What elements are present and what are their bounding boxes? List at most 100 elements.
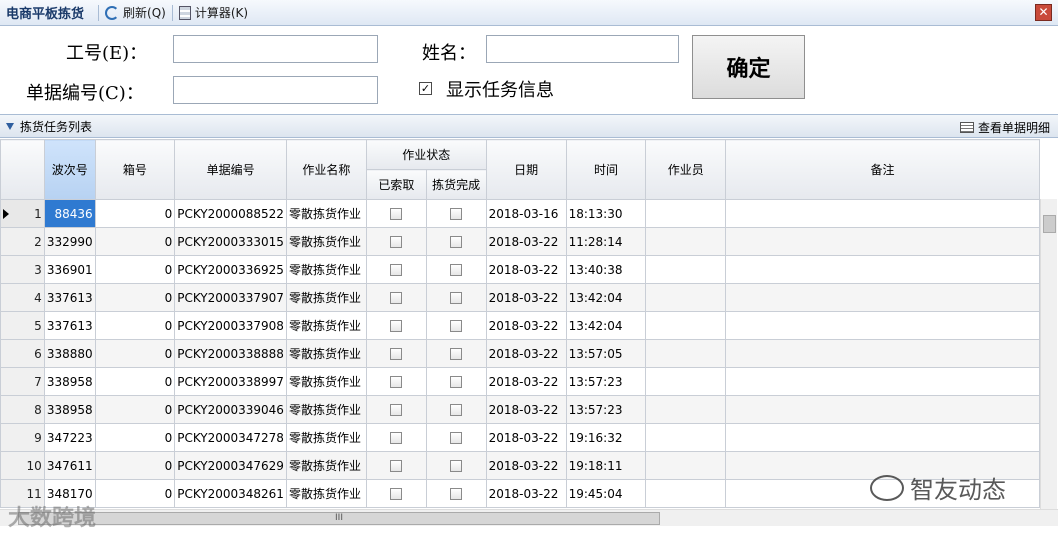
picked-checkbox[interactable]: [450, 320, 463, 332]
cell-wave[interactable]: 338958: [43, 367, 96, 396]
cell-box[interactable]: 0: [94, 311, 176, 340]
cell-doc-number[interactable]: PCKY2000339046: [174, 395, 287, 424]
cell-remark[interactable]: [725, 199, 1040, 228]
horizontal-scroll-thumb[interactable]: III: [18, 512, 660, 525]
table-row[interactable]: 7 338958 0 PCKY2000338997 零散拣货作业 2018-03-22 13…: [0, 367, 1040, 396]
cell-wave[interactable]: 88436: [43, 199, 96, 228]
cell-remark[interactable]: [725, 255, 1040, 284]
cell-operator[interactable]: [645, 311, 727, 340]
cell-op-name[interactable]: 零散拣货作业: [285, 367, 367, 396]
vertical-scrollbar[interactable]: [1040, 199, 1057, 509]
row-index[interactable]: 7: [0, 367, 45, 396]
cell-date[interactable]: 2018-03-22: [485, 311, 567, 340]
cell-operator[interactable]: [645, 451, 727, 480]
cell-operator[interactable]: [645, 423, 727, 452]
table-row[interactable]: 2 332990 0 PCKY2000333015 零散拣货作业 2018-03-22 11…: [0, 227, 1040, 256]
close-button[interactable]: ✕: [1035, 4, 1052, 21]
cell-wave[interactable]: 332990: [43, 227, 96, 256]
row-index[interactable]: 3: [0, 255, 45, 284]
row-index[interactable]: 6: [0, 339, 45, 368]
cell-wave[interactable]: 338958: [43, 395, 96, 424]
cell-wave[interactable]: 337613: [43, 283, 96, 312]
claimed-checkbox[interactable]: [390, 236, 403, 248]
cell-op-name[interactable]: 零散拣货作业: [285, 451, 367, 480]
table-row[interactable]: 9 347223 0 PCKY2000347278 零散拣货作业 2018-03-22 19…: [0, 423, 1040, 452]
col-picked[interactable]: 拣货完成: [425, 169, 487, 200]
picked-checkbox[interactable]: [450, 208, 463, 220]
cell-box[interactable]: 0: [94, 451, 176, 480]
employee-field[interactable]: [173, 35, 378, 63]
row-index[interactable]: 10: [0, 451, 45, 480]
claimed-checkbox[interactable]: [390, 404, 403, 416]
cell-time[interactable]: 13:57:05: [565, 339, 647, 368]
cell-wave[interactable]: 347223: [43, 423, 96, 452]
cell-box[interactable]: 0: [94, 367, 176, 396]
cell-date[interactable]: 2018-03-22: [485, 451, 567, 480]
cell-box[interactable]: 0: [94, 339, 176, 368]
picked-checkbox[interactable]: [450, 264, 463, 276]
claimed-checkbox[interactable]: [390, 292, 403, 304]
col-wave[interactable]: 波次号: [43, 139, 96, 200]
col-operator[interactable]: 作业员: [645, 139, 727, 200]
show-task-checkbox[interactable]: ✓: [419, 82, 432, 95]
cell-wave[interactable]: 347611: [43, 451, 96, 480]
cell-date[interactable]: 2018-03-22: [485, 283, 567, 312]
picked-checkbox[interactable]: [450, 292, 463, 304]
cell-doc-number[interactable]: PCKY2000347278: [174, 423, 287, 452]
claimed-checkbox[interactable]: [390, 208, 403, 220]
claimed-checkbox[interactable]: [390, 488, 403, 500]
cell-box[interactable]: 0: [94, 255, 176, 284]
col-op-name[interactable]: 作业名称: [285, 139, 367, 200]
cell-box[interactable]: 0: [94, 283, 176, 312]
cell-op-name[interactable]: 零散拣货作业: [285, 283, 367, 312]
cell-op-name[interactable]: 零散拣货作业: [285, 227, 367, 256]
col-time[interactable]: 时间: [565, 139, 647, 200]
cell-op-name[interactable]: 零散拣货作业: [285, 423, 367, 452]
cell-date[interactable]: 2018-03-22: [485, 255, 567, 284]
cell-operator[interactable]: [645, 283, 727, 312]
row-index[interactable]: 2: [0, 227, 45, 256]
cell-op-name[interactable]: 零散拣货作业: [285, 339, 367, 368]
cell-doc-number[interactable]: PCKY2000347629: [174, 451, 287, 480]
vertical-scroll-thumb[interactable]: [1043, 215, 1056, 233]
cell-time[interactable]: 13:42:04: [565, 283, 647, 312]
picked-checkbox[interactable]: [450, 404, 463, 416]
view-detail-button[interactable]: 查看单据明细: [959, 119, 1050, 136]
cell-time[interactable]: 18:13:30: [565, 199, 647, 228]
cell-operator[interactable]: [645, 255, 727, 284]
row-index[interactable]: 9: [0, 423, 45, 452]
table-row[interactable]: 4 337613 0 PCKY2000337907 零散拣货作业 2018-03-22 13…: [0, 283, 1040, 312]
cell-op-name[interactable]: 零散拣货作业: [285, 311, 367, 340]
cell-doc-number[interactable]: PCKY2000337908: [174, 311, 287, 340]
cell-date[interactable]: 2018-03-22: [485, 395, 567, 424]
cell-box[interactable]: 0: [94, 395, 176, 424]
cell-remark[interactable]: [725, 311, 1040, 340]
cell-date[interactable]: 2018-03-22: [485, 339, 567, 368]
cell-time[interactable]: 19:16:32: [565, 423, 647, 452]
claimed-checkbox[interactable]: [390, 348, 403, 360]
claimed-checkbox[interactable]: [390, 264, 403, 276]
cell-op-name[interactable]: 零散拣货作业: [285, 395, 367, 424]
cell-time[interactable]: 19:18:11: [565, 451, 647, 480]
cell-time[interactable]: 19:45:04: [565, 479, 647, 508]
cell-doc-number[interactable]: PCKY2000336925: [174, 255, 287, 284]
table-row[interactable]: 6 338880 0 PCKY2000338888 零散拣货作业 2018-03-22 13…: [0, 339, 1040, 368]
picked-checkbox[interactable]: [450, 236, 463, 248]
picked-checkbox[interactable]: [450, 460, 463, 472]
cell-date[interactable]: 2018-03-22: [485, 479, 567, 508]
calculator-button[interactable]: 计算器(K): [178, 4, 248, 21]
cell-operator[interactable]: [645, 339, 727, 368]
cell-remark[interactable]: [725, 423, 1040, 452]
cell-date[interactable]: 2018-03-22: [485, 423, 567, 452]
cell-date[interactable]: 2018-03-16: [485, 199, 567, 228]
col-claimed[interactable]: 已索取: [365, 169, 427, 200]
cell-time[interactable]: 13:57:23: [565, 395, 647, 424]
cell-time[interactable]: 11:28:14: [565, 227, 647, 256]
picked-checkbox[interactable]: [450, 432, 463, 444]
col-date[interactable]: 日期: [485, 139, 567, 200]
row-index[interactable]: 4: [0, 283, 45, 312]
cell-doc-number[interactable]: PCKY2000088522: [174, 199, 287, 228]
picked-checkbox[interactable]: [450, 488, 463, 500]
confirm-button[interactable]: 确定: [692, 35, 805, 99]
cell-time[interactable]: 13:42:04: [565, 311, 647, 340]
